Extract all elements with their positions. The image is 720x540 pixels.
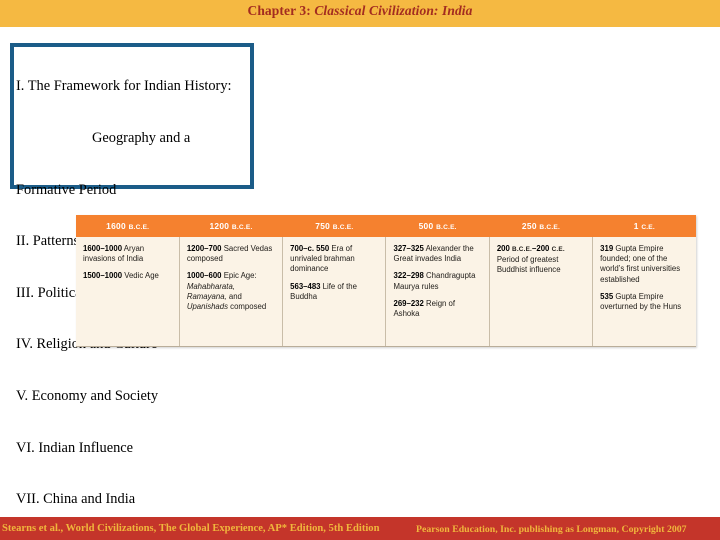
- timeline-entry-date: 319: [600, 244, 614, 253]
- timeline-cell-1: 1600–1000 Aryan invasions of India 1500–…: [76, 237, 180, 347]
- outline-item-9: VII. China and India: [16, 491, 136, 508]
- timeline-header-3-year: 750: [315, 221, 331, 231]
- outline-item-3: Formative Period: [16, 181, 117, 198]
- timeline-entry: 269–232 Reign of Ashoka: [393, 299, 481, 319]
- timeline-header-5: 250 B.C.E.: [489, 215, 593, 237]
- timeline-entry-date: 327–325: [393, 244, 424, 253]
- timeline-entry-era2: C.E.: [551, 246, 565, 253]
- outline-item-2: Geography and a: [16, 130, 316, 147]
- timeline-entry: 1200–700 Sacred Vedas composed: [187, 244, 275, 264]
- footer-citation-left: Stearns et al., World Civilizations, The…: [2, 523, 380, 534]
- timeline-entry: 700–c. 550 Era of unrivaled brahman domi…: [290, 244, 378, 275]
- timeline-header-5-era: B.C.E.: [539, 224, 561, 231]
- timeline-entry-italic2: Upanishads: [186, 302, 229, 312]
- timeline-header-1-year: 1600: [106, 221, 126, 231]
- footer-citation-right: Pearson Education, Inc. publishing as Lo…: [416, 524, 687, 535]
- timeline-header-4-era: B.C.E.: [436, 224, 457, 231]
- timeline-entry-date: 1200–700: [186, 244, 222, 253]
- timeline-entry-text: Epic Age:: [221, 271, 257, 281]
- timeline-entry-date: 322–298: [393, 271, 424, 281]
- timeline-header-1: 1600 B.C.E.: [76, 215, 180, 237]
- timeline-header-3: 750 B.C.E.: [282, 215, 386, 237]
- timeline-entry-date: 200: [496, 244, 510, 253]
- timeline-entry-text: Period of greatest Buddhist influence: [496, 255, 561, 275]
- timeline-entry: 563–483 Life of the Buddha: [290, 282, 378, 302]
- timeline-entry-text: Gupta Empire founded; one of the world’s…: [600, 244, 681, 284]
- timeline-header-row: 1600 B.C.E. 1200 B.C.E. 750 B.C.E. 500 B…: [76, 215, 696, 237]
- timeline-header-6-year: 1: [633, 221, 639, 231]
- timeline-grid: 1600 B.C.E. 1200 B.C.E. 750 B.C.E. 500 B…: [76, 215, 696, 347]
- timeline-entry: 327–325 Alexander the Great invades Indi…: [393, 244, 481, 264]
- timeline-entry-date: 1600–1000: [83, 244, 123, 253]
- timeline-entry: 319 Gupta Empire founded; one of the wor…: [600, 244, 689, 285]
- timeline-cell-3: 700–c. 550 Era of unrivaled brahman domi…: [282, 237, 387, 347]
- outline-item-2-label: Geography and a: [92, 130, 191, 147]
- timeline-entry: 322–298 Chandragupta Maurya rules: [393, 271, 481, 291]
- timeline-cell-6: 319 Gupta Empire founded; one of the wor…: [592, 237, 696, 347]
- page-title-prefix: Chapter 3:: [247, 3, 315, 18]
- timeline-header-4-year: 500: [418, 221, 434, 231]
- timeline-entry-date: 535: [600, 291, 614, 301]
- outline-item-1: I. The Framework for Indian History:: [16, 78, 232, 95]
- outline-item-8: VI. Indian Influence: [16, 439, 134, 456]
- page-title: Chapter 3: Classical Civilization: India: [0, 3, 720, 19]
- timeline-cell-5: 200 B.C.E.–200 C.E. Period of greatest B…: [489, 237, 594, 347]
- timeline-entry-text: Gupta Empire overturned by the Huns: [600, 291, 682, 312]
- timeline-entry-date: 269–232: [393, 298, 424, 308]
- timeline-header-4: 500 B.C.E.: [385, 215, 490, 237]
- timeline-header-1-era: B.C.E.: [128, 224, 150, 231]
- timeline-cell-2: 1200–700 Sacred Vedas composed 1000–600 …: [179, 237, 284, 347]
- timeline-body-row: 1600–1000 Aryan invasions of India 1500–…: [76, 237, 696, 347]
- timeline-header-2-year: 1200: [209, 221, 230, 231]
- timeline-header-5-year: 250: [521, 221, 537, 231]
- timeline-header-6-era: C.E.: [641, 224, 655, 231]
- timeline-table: 1600 B.C.E. 1200 B.C.E. 750 B.C.E. 500 B…: [76, 215, 696, 347]
- timeline-entry-text2: and: [226, 291, 242, 301]
- timeline-entry: 1500–1000 Vedic Age: [83, 271, 172, 281]
- timeline-cell-4: 327–325 Alexander the Great invades Indi…: [385, 237, 490, 347]
- timeline-header-6: 1 C.E.: [592, 215, 696, 237]
- timeline-entry-date2: 200: [536, 244, 550, 253]
- timeline-header-2: 1200 B.C.E.: [179, 215, 283, 237]
- timeline-entry-era1: B.C.E.: [512, 246, 533, 253]
- timeline-entry-date: 1500–1000: [83, 271, 123, 281]
- timeline-header-2-era: B.C.E.: [231, 224, 253, 231]
- page-title-subject: Classical Civilization: India: [314, 3, 473, 18]
- timeline-header-3-era: B.C.E.: [332, 224, 354, 231]
- outline-item-7: V. Economy and Society: [16, 388, 159, 405]
- timeline-entry: 1000–600 Epic Age: Mahabharata, Ramayana…: [187, 271, 275, 312]
- timeline-entry-text3: composed: [228, 302, 267, 312]
- timeline-entry-text: Vedic Age: [122, 271, 159, 281]
- timeline-entry: 535 Gupta Empire overturned by the Huns: [600, 292, 689, 312]
- timeline-entry: 1600–1000 Aryan invasions of India: [83, 244, 172, 264]
- timeline-entry: 200 B.C.E.–200 C.E. Period of greatest B…: [497, 244, 585, 276]
- timeline-entry-date: 1000–600: [186, 271, 222, 281]
- timeline-entry-date: 700–c. 550: [290, 244, 330, 253]
- timeline-entry-date: 563–483: [290, 281, 321, 291]
